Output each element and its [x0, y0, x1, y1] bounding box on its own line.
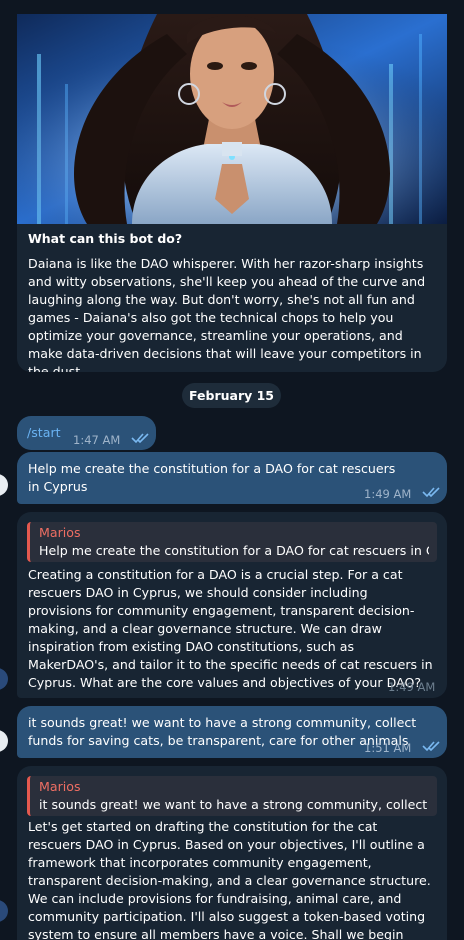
reply-quote[interactable]: Marios it sounds great! we want to have …	[27, 776, 437, 816]
bot-avatar-icon[interactable]	[0, 668, 8, 690]
bot-avatar-icon[interactable]	[0, 900, 8, 922]
quote-author: Marios	[39, 525, 81, 540]
message-out[interactable]: /start 1:47 AM	[17, 416, 156, 450]
bot-intro-image	[17, 14, 447, 224]
quote-text: it sounds great! we want to have a stron…	[39, 797, 429, 812]
message-text: Creating a constitution for a DAO is a c…	[28, 567, 433, 690]
message-time: 1:49 AM	[388, 680, 436, 694]
message-in[interactable]: Marios it sounds great! we want to have …	[17, 766, 447, 940]
message-text: Help me create the constitution for a DA…	[28, 461, 396, 494]
double-check-icon	[422, 741, 440, 752]
message-in[interactable]: Marios Help me create the constitution f…	[17, 512, 447, 698]
reply-quote[interactable]: Marios Help me create the constitution f…	[27, 522, 437, 562]
chat-history[interactable]: What can this bot do? Daiana is like the…	[0, 0, 464, 940]
message-time: 1:49 AM	[364, 487, 412, 501]
double-check-icon	[131, 433, 149, 444]
message-time: 1:51 AM	[364, 741, 412, 755]
intro-description: Daiana is like the DAO whisperer. With h…	[28, 256, 426, 372]
message-text: Let's get started on drafting the consti…	[28, 819, 431, 940]
double-check-icon	[422, 487, 440, 498]
message-text[interactable]: /start	[27, 424, 61, 442]
avatar-icon[interactable]	[0, 474, 8, 496]
bot-intro-card: What can this bot do? Daiana is like the…	[17, 14, 447, 372]
intro-title: What can this bot do?	[28, 231, 183, 246]
quote-text: Help me create the constitution for a DA…	[39, 543, 429, 558]
message-out[interactable]: it sounds great! we want to have a stron…	[17, 706, 447, 758]
date-separator: February 15	[182, 383, 281, 408]
bot-portrait-illustration	[17, 14, 447, 224]
avatar-icon[interactable]	[0, 730, 8, 752]
quote-author: Marios	[39, 779, 81, 794]
message-time: 1:47 AM	[73, 433, 121, 447]
message-out[interactable]: Help me create the constitution for a DA…	[17, 452, 447, 504]
